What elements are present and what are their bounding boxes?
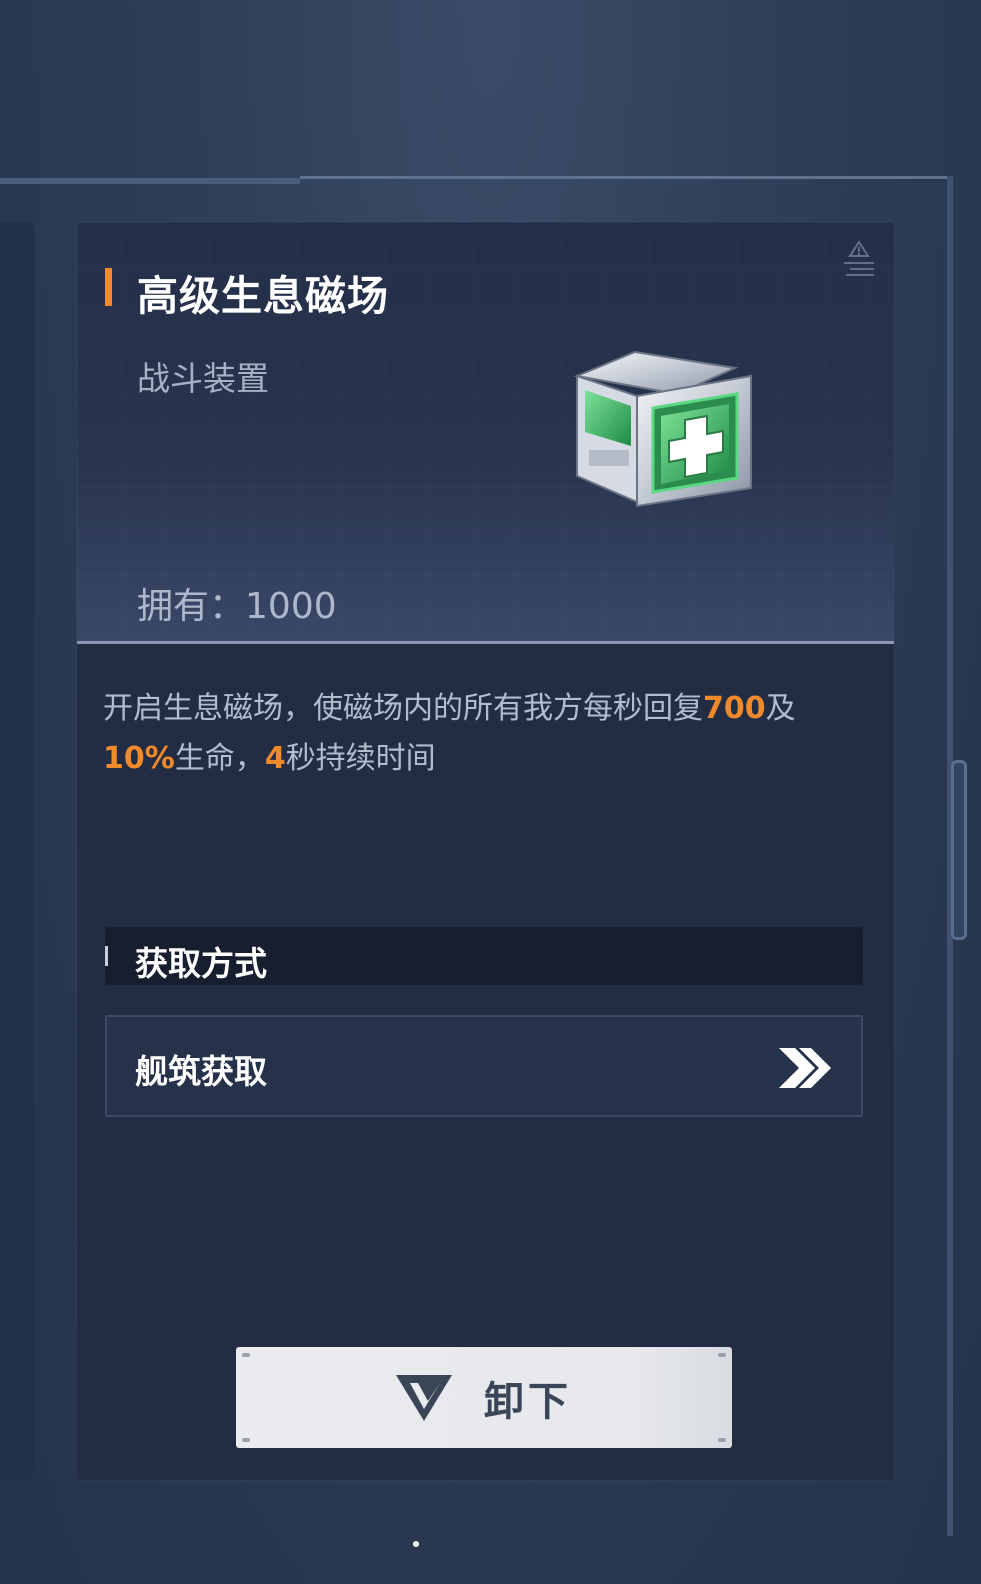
equipment-detail-screen: 高级生息磁场 战斗装置 拥有：1000 开启生息磁场，使磁场内的所有我方每秒回复… (0, 0, 981, 1584)
item-description: 开启生息磁场，使磁场内的所有我方每秒回复700及 10%生命，4秒持续时间 (103, 684, 863, 784)
owned-count: 拥有：1000 (137, 577, 337, 629)
description-text: 生命， (174, 741, 265, 776)
source-item-shipbuilding[interactable]: 舰筑获取 (105, 1015, 863, 1117)
item-name: 高级生息磁场 (137, 272, 389, 320)
duration-value: 4 (264, 741, 286, 776)
item-category: 战斗装置 (137, 359, 269, 398)
frame-decoration (300, 176, 950, 179)
acquire-section-header: 获取方式 (105, 927, 863, 985)
warning-icon (844, 240, 874, 276)
decor-dot (242, 1353, 250, 1357)
unequip-button[interactable]: 卸下 (236, 1347, 732, 1448)
decor-dot (718, 1353, 726, 1357)
heal-value: 700 (703, 691, 766, 726)
triangle-logo-icon (396, 1375, 452, 1421)
item-header: 高级生息磁场 战斗装置 拥有：1000 (77, 222, 894, 644)
previous-card-panel[interactable] (0, 222, 34, 1480)
title-accent-bar (105, 268, 112, 306)
double-chevron-right-icon (779, 1048, 831, 1088)
owned-label: 拥有： (137, 586, 246, 627)
scroll-handle[interactable] (951, 760, 967, 940)
section-marker (105, 946, 108, 966)
description-text: 秒持续时间 (285, 741, 436, 776)
item-detail-card: 高级生息磁场 战斗装置 拥有：1000 开启生息磁场，使磁场内的所有我方每秒回复… (77, 222, 894, 1480)
description-text: 及 (765, 691, 796, 726)
owned-value: 1000 (245, 586, 337, 627)
description-text: 开启生息磁场，使磁场内的所有我方每秒回复 (103, 691, 703, 726)
source-label: 舰筑获取 (135, 1052, 267, 1091)
unequip-label: 卸下 (484, 1379, 572, 1425)
heal-percent: 10% (103, 741, 175, 776)
decor-dot (718, 1438, 726, 1442)
frame-decoration (0, 178, 300, 184)
decor-dot (242, 1438, 250, 1442)
section-title: 获取方式 (135, 944, 267, 983)
page-indicator-dot (413, 1541, 419, 1547)
medkit-box-icon (573, 350, 752, 508)
